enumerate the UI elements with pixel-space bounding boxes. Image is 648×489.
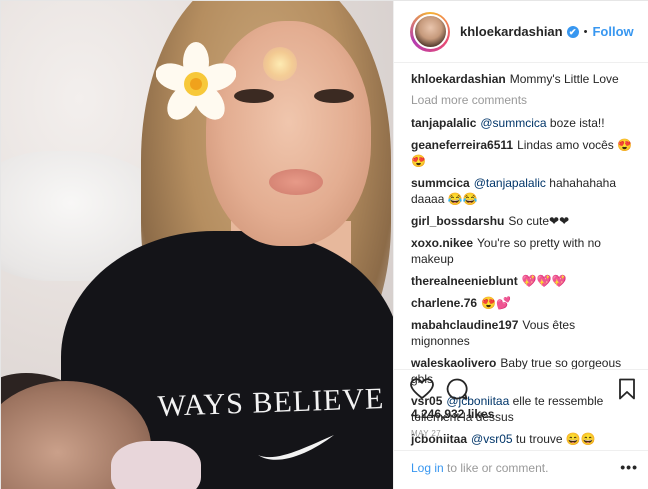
comment-username[interactable]: xoxo.nikee: [411, 236, 473, 250]
action-icons: [410, 378, 468, 400]
caption-text: Mommy's Little Love: [509, 72, 619, 86]
comment-text: boze ista!!: [549, 116, 605, 130]
follow-button[interactable]: Follow: [592, 24, 633, 39]
comment-text: So cute❤❤: [508, 214, 570, 228]
post-photo[interactable]: WAYS BELIEVE: [1, 1, 393, 489]
comment-username[interactable]: geaneferreira6511: [411, 138, 513, 152]
comment-row: charlene.76 😍💕: [411, 295, 633, 311]
filter-sparkle: [263, 47, 297, 81]
header-separator: •: [583, 25, 588, 38]
comment-row: therealneenieblunt 💖💖💖: [411, 273, 633, 289]
login-bar: Log in to like or comment. •••: [394, 450, 648, 489]
comment-row: geaneferreira6511 Lindas amo vocês 😍😍: [411, 137, 633, 169]
comment-username[interactable]: summcica: [411, 176, 470, 190]
post-actions: 4,246,932 likes MAY 27 Log in to like or…: [394, 369, 648, 489]
comment-row: summcica @tanjapalalic hahahahaha daaaa 😂…: [411, 175, 633, 207]
flower-filter-icon: [156, 42, 236, 120]
more-options-icon[interactable]: •••: [620, 459, 638, 475]
comment-username[interactable]: waleskaolivero: [411, 356, 496, 370]
comment-username[interactable]: therealneenieblunt: [411, 274, 518, 288]
comment-mention[interactable]: @tanjapalalic: [474, 176, 546, 190]
swoosh-logo-icon: [258, 435, 334, 460]
photo-blanket: [111, 441, 201, 489]
likes-count[interactable]: 4,246,932 likes: [411, 407, 494, 421]
load-more-comments-button[interactable]: Load more comments: [411, 93, 633, 107]
header-username[interactable]: khloekardashian: [460, 24, 563, 39]
avatar[interactable]: [412, 14, 448, 49]
comment-row: xoxo.nikee You're so pretty with no makeu…: [411, 235, 633, 267]
photo-right-eye: [314, 89, 354, 103]
post-header: khloekardashian ✔ • Follow: [394, 1, 648, 63]
verified-badge-icon: ✔: [566, 25, 579, 38]
comment-username[interactable]: charlene.76: [411, 296, 477, 310]
comment-text: 😍💕: [481, 296, 511, 310]
comment-mention[interactable]: @summcica: [480, 116, 546, 130]
post-side-panel: khloekardashian ✔ • Follow khloekardashi…: [393, 1, 648, 489]
comment-username[interactable]: tanjapalalic: [411, 116, 476, 130]
comment-row: girl_bossdarshu So cute❤❤: [411, 213, 633, 229]
photo-lips: [269, 169, 323, 195]
post-date[interactable]: MAY 27: [411, 429, 441, 438]
instagram-post-modal: WAYS BELIEVE khloekardashian ✔ • Follow …: [0, 0, 648, 489]
comment-text: 💖💖💖: [521, 274, 567, 288]
speech-bubble-icon[interactable]: [446, 378, 468, 400]
caption-username[interactable]: khloekardashian: [411, 72, 506, 86]
comment-row: tanjapalalic @summcica boze ista!!: [411, 115, 633, 131]
login-suffix: to like or comment.: [443, 461, 549, 475]
photo-left-eye: [234, 89, 274, 103]
caption: khloekardashian Mommy's Little Love: [411, 71, 633, 87]
comment-username[interactable]: girl_bossdarshu: [411, 214, 504, 228]
comment-username[interactable]: mabahclaudine197: [411, 318, 518, 332]
heart-outline-icon[interactable]: [410, 378, 434, 400]
bookmark-icon[interactable]: [618, 378, 636, 400]
story-ring[interactable]: [410, 11, 450, 52]
comment-row: mabahclaudine197 Vous êtes mignonnes: [411, 317, 633, 349]
login-link[interactable]: Log in: [411, 461, 444, 475]
